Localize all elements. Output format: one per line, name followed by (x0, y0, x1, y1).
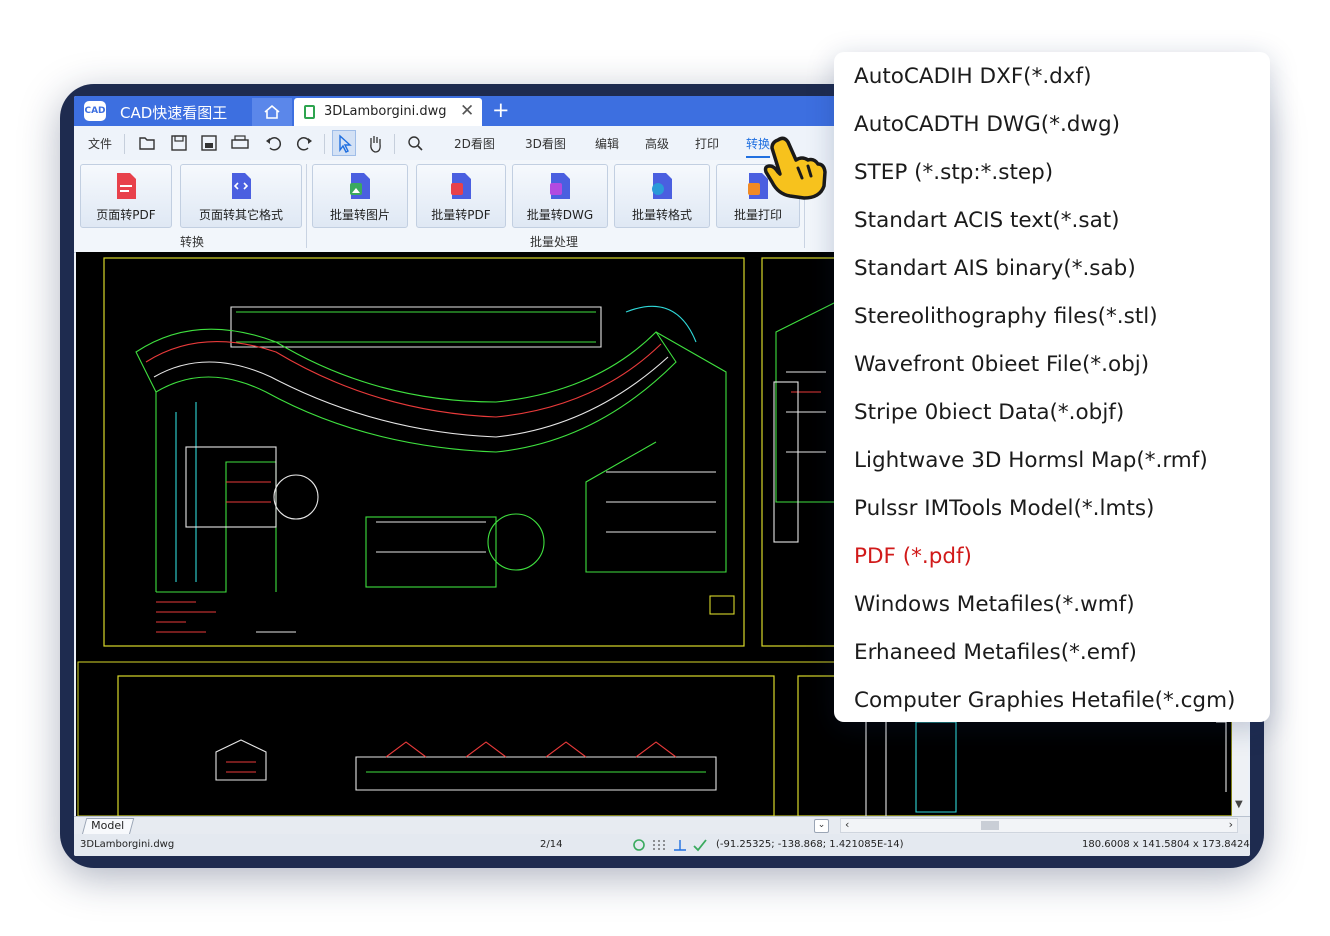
format-option-wmf[interactable]: Windows Metafiles(*.wmf) (854, 592, 1135, 617)
group-label-batch: 批量处理 (530, 235, 579, 249)
format-option-emf[interactable]: Erhaneed Metafiles(*.emf) (854, 640, 1137, 665)
add-tab-icon[interactable]: + (492, 98, 510, 122)
image-file-icon (350, 173, 370, 199)
cursor-arrow-icon (339, 134, 352, 153)
format-option-sat[interactable]: Standart ACIS text(*.sat) (854, 208, 1120, 233)
format-option-stl[interactable]: Stereolithography files(*.stl) (854, 304, 1158, 329)
close-tab-icon[interactable]: ✕ (460, 101, 474, 121)
pdf-file-icon (451, 173, 471, 199)
button-label: 批量转PDF (431, 208, 491, 222)
group-label-convert: 转换 (180, 235, 205, 249)
menu-file[interactable]: 文件 (88, 135, 112, 152)
status-coordinates: (-91.25325; -138.868; 1.421085E-14) (716, 839, 904, 850)
format-option-pdf[interactable]: PDF (*.pdf) (854, 544, 972, 569)
code-file-icon (232, 173, 251, 199)
batch-to-dwg-button[interactable]: 批量转DWG (512, 164, 608, 228)
menu-advanced[interactable]: 高级 (645, 135, 669, 152)
model-tab-label: Model (91, 819, 125, 832)
snap-tools-icons[interactable] (632, 837, 708, 853)
redo-icon[interactable] (296, 134, 314, 152)
pointing-hand-icon (763, 136, 827, 200)
dwg-file-icon (304, 105, 315, 119)
menu-print[interactable]: 打印 (695, 135, 719, 152)
button-label: 批量转图片 (329, 208, 390, 222)
button-label: 页面转PDF (96, 208, 156, 222)
home-icon (264, 104, 280, 119)
document-tab[interactable]: 3DLamborgini.dwg ✕ (294, 98, 482, 126)
pan-hand-icon[interactable] (366, 134, 384, 154)
select-tool-button[interactable] (332, 130, 356, 156)
print-icon[interactable] (230, 134, 250, 152)
format-option-obj[interactable]: Wavefront 0bieet File(*.obj) (854, 352, 1149, 377)
button-label: 页面转其它格式 (198, 208, 283, 222)
page-to-pdf-button[interactable]: 页面转PDF (80, 164, 172, 228)
status-dimensions: 180.6008 x 141.5804 x 173.8424 (1082, 839, 1250, 850)
layout-tab-bar: Model ⌄ ‹ › (74, 816, 1250, 835)
format-option-objf[interactable]: Stripe 0biect Data(*.objf) (854, 400, 1124, 425)
document-tab-label: 3DLamborgini.dwg (324, 104, 447, 119)
button-label: 批量打印 (733, 208, 782, 222)
menu-2d-view[interactable]: 2D看图 (454, 135, 495, 152)
scroll-left-icon[interactable]: ‹ (845, 818, 849, 831)
app-logo: CAD (84, 101, 106, 121)
dwg-file-icon (550, 173, 570, 199)
button-label: 批量转格式 (631, 208, 692, 222)
format-option-sab[interactable]: Standart AIS binary(*.sab) (854, 256, 1136, 281)
export-format-dropdown: AutoCADIH DXF(*.dxf) AutoCADTH DWG(*.dwg… (834, 52, 1270, 722)
scroll-thumb[interactable] (981, 821, 999, 830)
status-filename: 3DLamborgini.dwg (80, 839, 175, 850)
menu-3d-view[interactable]: 3D看图 (525, 135, 566, 152)
format-option-dwg[interactable]: AutoCADTH DWG(*.dwg) (854, 112, 1120, 137)
model-tab[interactable]: Model (81, 818, 135, 835)
status-page-indicator: 2/14 (540, 839, 563, 850)
horizontal-scrollbar[interactable]: ‹ › (840, 818, 1238, 833)
format-option-rmf[interactable]: Lightwave 3D Hormsl Map(*.rmf) (854, 448, 1208, 473)
divider (394, 134, 395, 154)
format-option-lmts[interactable]: Pulssr IMTools Model(*.lmts) (854, 496, 1154, 521)
status-bar: 3DLamborgini.dwg 2/14 (-91.25325; -138.8… (74, 834, 1250, 856)
format-option-step[interactable]: STEP (*.stp:*.step) (854, 160, 1053, 185)
chevron-down-icon[interactable]: ⌄ (814, 819, 829, 833)
format-option-cgm[interactable]: Computer Graphies Hetafile(*.cgm) (854, 688, 1235, 713)
undo-icon[interactable] (264, 134, 282, 152)
save-icon[interactable] (170, 134, 188, 152)
divider (124, 134, 125, 154)
zoom-search-icon[interactable] (406, 134, 424, 152)
menu-edit[interactable]: 编辑 (595, 135, 619, 152)
format-option-dxf[interactable]: AutoCADIH DXF(*.dxf) (854, 64, 1092, 89)
scroll-down-icon[interactable]: ▼ (1235, 799, 1243, 810)
button-label: 批量转DWG (526, 208, 594, 222)
convert-file-icon (652, 173, 672, 199)
pdf-file-icon (117, 173, 136, 199)
batch-to-pdf-button[interactable]: 批量转PDF (416, 164, 506, 228)
batch-convert-format-button[interactable]: 批量转格式 (614, 164, 710, 228)
save-as-icon[interactable] (200, 134, 218, 152)
scroll-right-icon[interactable]: › (1229, 818, 1233, 831)
app-title: CAD快速看图王 (120, 104, 228, 122)
group-divider (306, 164, 307, 248)
page-to-other-format-button[interactable]: 页面转其它格式 (180, 164, 302, 228)
divider (324, 134, 325, 154)
open-folder-icon[interactable] (138, 134, 156, 152)
batch-to-image-button[interactable]: 批量转图片 (312, 164, 408, 228)
home-tab[interactable] (252, 98, 292, 126)
